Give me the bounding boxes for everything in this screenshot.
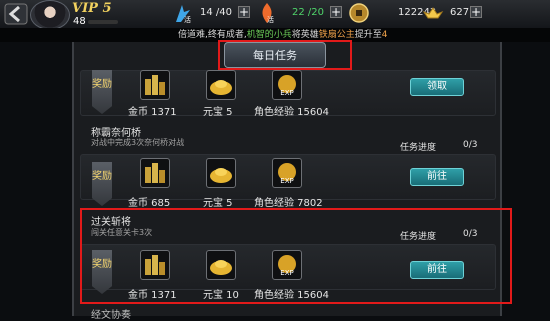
player-level: 48 xyxy=(73,16,86,27)
title-highlight-box xyxy=(218,40,352,70)
reward-coin-label: 金币 685 xyxy=(128,198,171,209)
task-highlight-box xyxy=(80,208,512,304)
claim-button[interactable]: 领取 xyxy=(410,78,464,96)
reward-gold-label: 元宝 5 xyxy=(203,107,233,118)
reward-exp-label: 角色经验 15604 xyxy=(254,107,329,118)
stamina-icon: 活 xyxy=(176,5,191,24)
reward-badge: 奖励 xyxy=(92,162,112,206)
coin-icon xyxy=(349,3,369,23)
player-xp-bar xyxy=(88,20,118,24)
gold-ingot-icon xyxy=(206,70,236,100)
reward-badge: 奖励 xyxy=(92,70,112,114)
reward-coin-label: 金币 1371 xyxy=(128,107,177,118)
add-energy-button[interactable]: + xyxy=(330,6,342,18)
back-arrow-icon[interactable] xyxy=(4,3,28,25)
stamina-value: 14 /40 xyxy=(200,7,232,18)
exp-orb-icon: EXP xyxy=(272,70,302,100)
add-gold-button[interactable]: + xyxy=(470,6,482,18)
task-description: 对战中完成3次奈何桥对战 xyxy=(91,138,185,147)
coin-stack-icon xyxy=(140,70,170,100)
next-task-name: 经文协奏 xyxy=(91,310,131,321)
coin-stack-icon xyxy=(140,158,170,188)
gold-ingot-icon xyxy=(206,158,236,188)
exp-orb-icon: EXP xyxy=(272,158,302,188)
avatar[interactable] xyxy=(30,0,70,30)
reward-exp-label: 角色经验 7802 xyxy=(254,198,323,209)
task-progress-label: 任务进度 xyxy=(400,143,437,153)
energy-icon: 活 xyxy=(262,3,274,24)
svg-text:活: 活 xyxy=(267,15,274,24)
energy-value: 22 /20 xyxy=(292,7,324,18)
task-progress-value: 0/3 xyxy=(463,140,478,150)
svg-text:活: 活 xyxy=(184,15,191,24)
ingot-icon xyxy=(422,7,444,19)
svg-text:EXP: EXP xyxy=(280,89,293,97)
svg-text:EXP: EXP xyxy=(280,177,293,185)
vip-level: VIP 5 xyxy=(72,1,112,16)
add-stamina-button[interactable]: + xyxy=(238,6,250,18)
goto-button[interactable]: 前往 xyxy=(410,168,464,186)
reward-gold-label: 元宝 5 xyxy=(203,198,233,209)
gold-value: 627 xyxy=(450,7,470,18)
